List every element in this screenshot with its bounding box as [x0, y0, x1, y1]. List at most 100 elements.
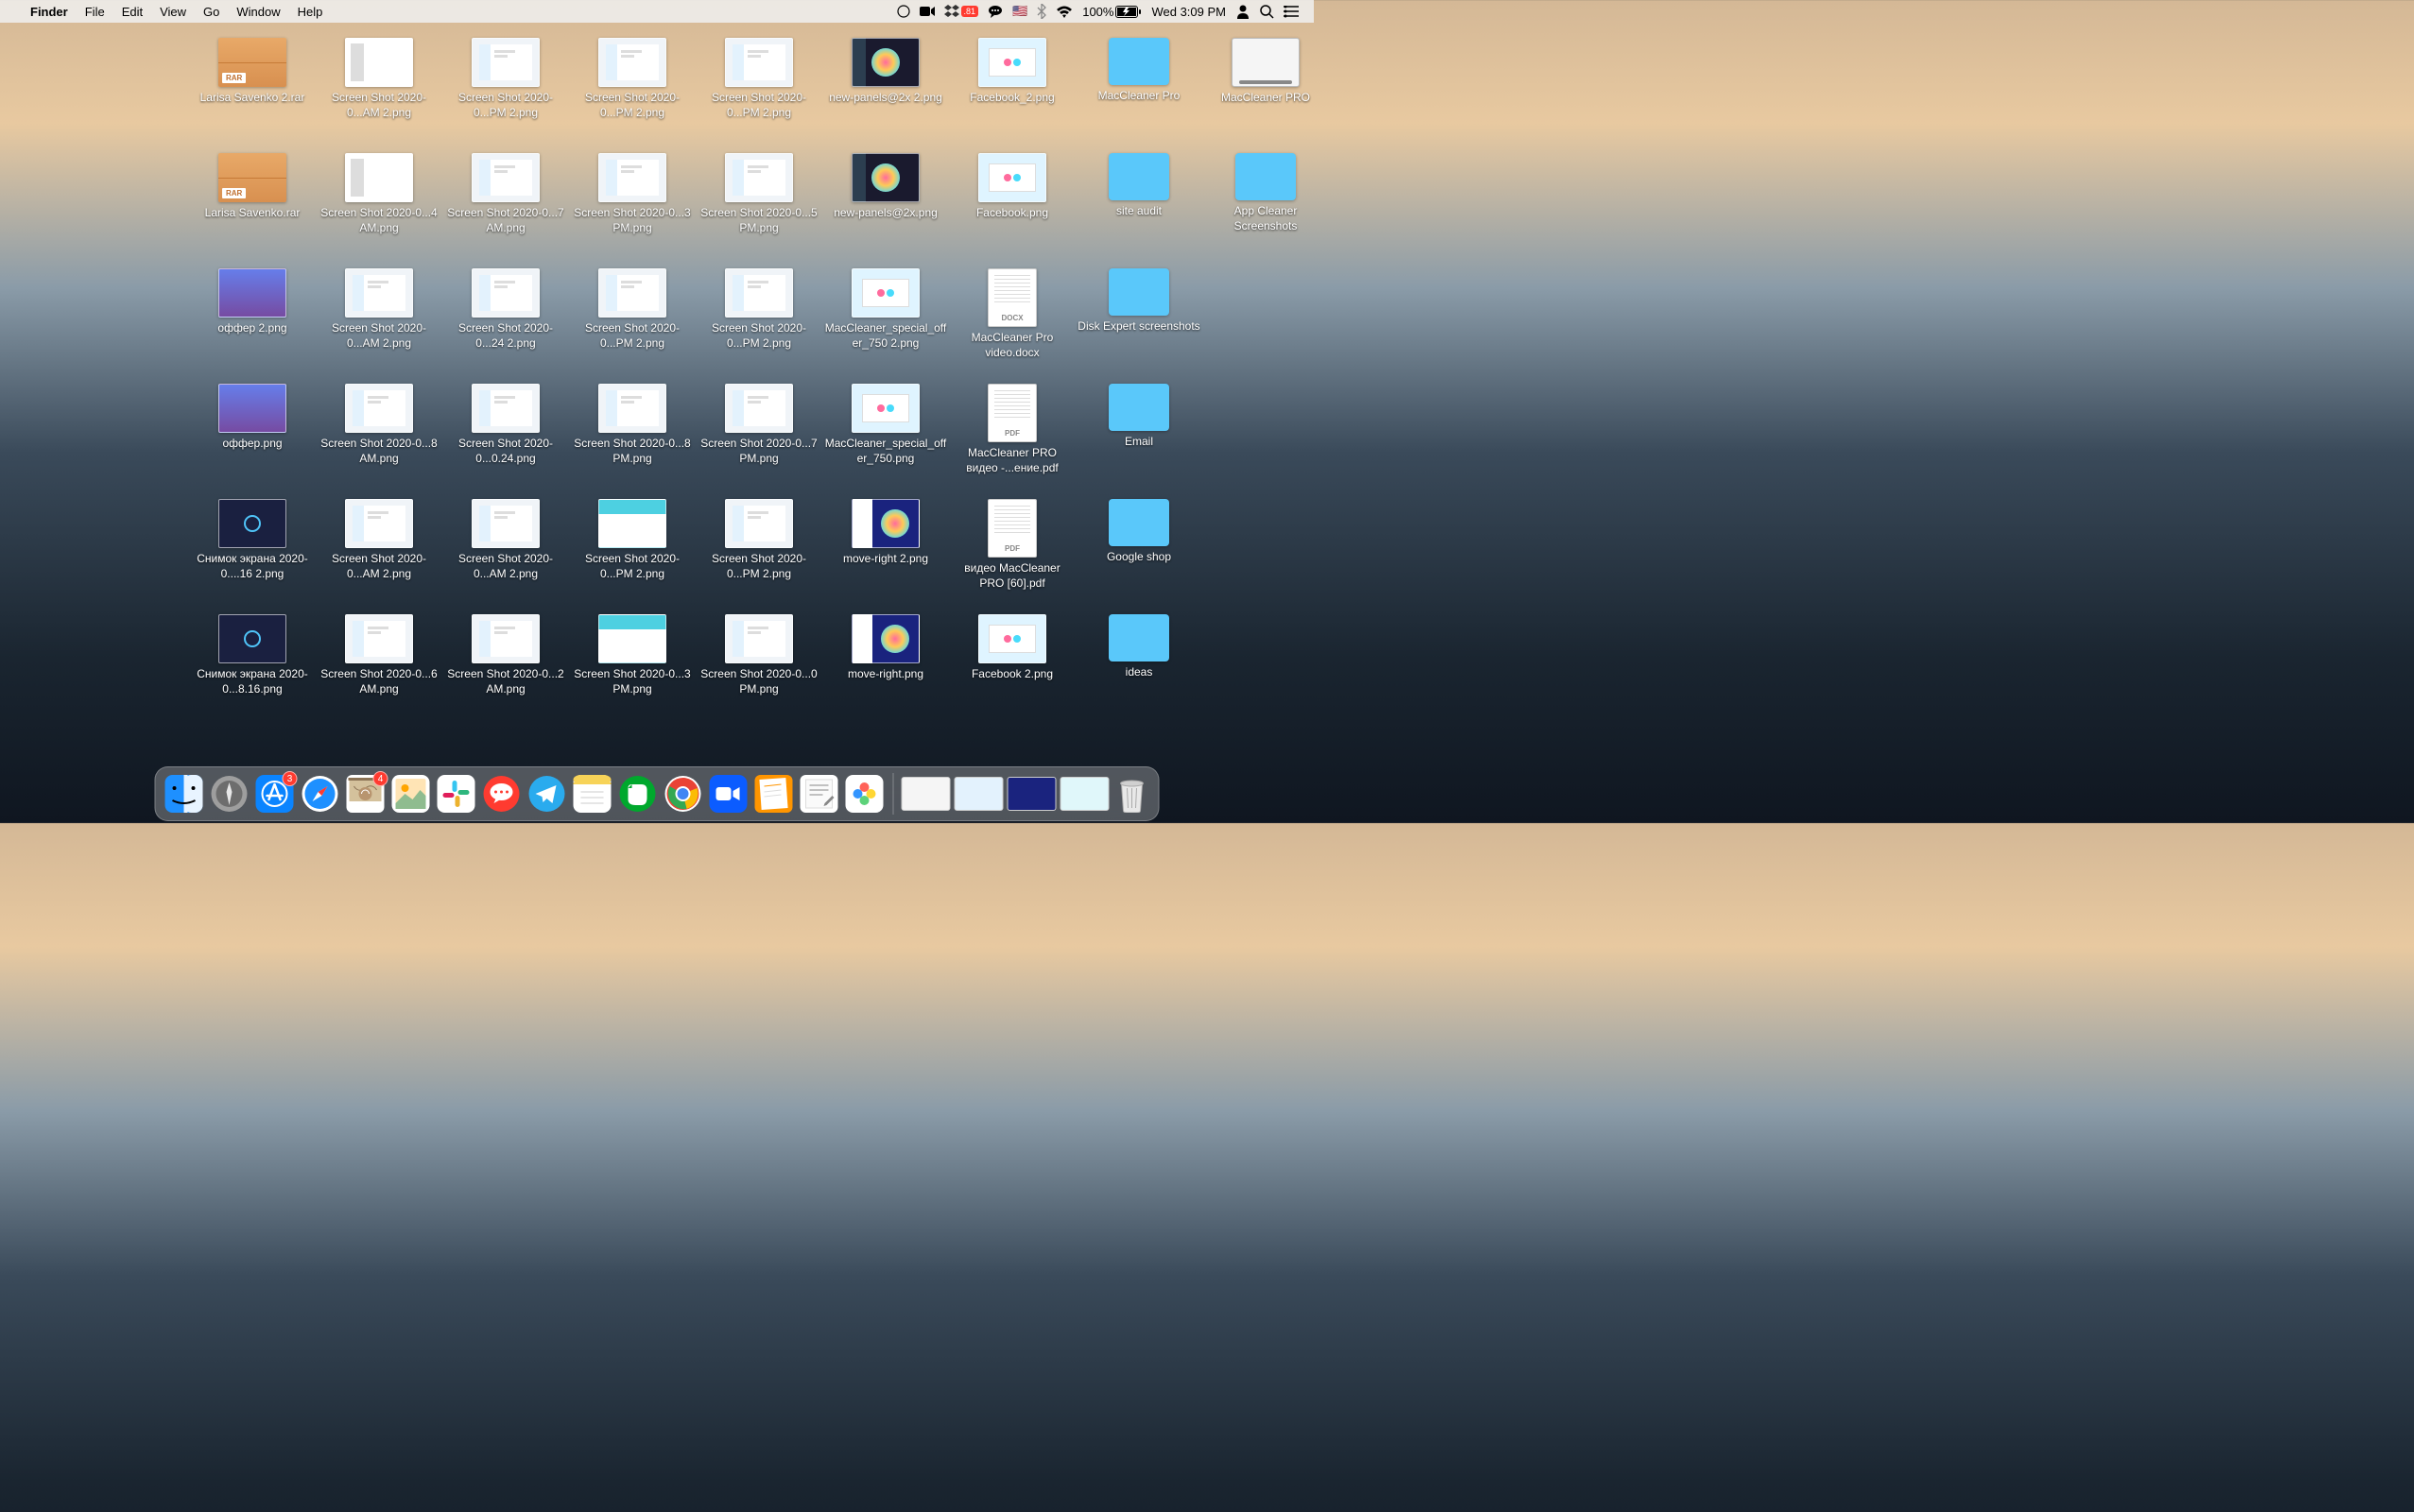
menu-window[interactable]: Window: [236, 5, 280, 19]
desktop-icon[interactable]: DOCXMacCleaner Pro video.docx: [949, 263, 1076, 378]
dock-evernote[interactable]: [617, 773, 659, 815]
desktop-icon[interactable]: MacCleaner Pro: [1076, 32, 1202, 147]
dock-minimized-window[interactable]: [1008, 777, 1057, 811]
desktop-icon[interactable]: Facebook.png: [949, 147, 1076, 263]
desktop-icon[interactable]: Screen Shot 2020-0...PM 2.png: [569, 263, 696, 378]
desktop-icon[interactable]: Screen Shot 2020-0...3 PM.png: [569, 609, 696, 724]
desktop-icon[interactable]: Screen Shot 2020-0...PM 2.png: [569, 493, 696, 609]
icon-label: MacCleaner PRO видео -...ение.pdf: [951, 446, 1074, 475]
dock-minimized-window[interactable]: [955, 777, 1004, 811]
desktop-icon[interactable]: Screen Shot 2020-0...24 2.png: [442, 263, 569, 378]
icon-label: Facebook_2.png: [970, 91, 1054, 106]
menu-go[interactable]: Go: [203, 5, 219, 19]
desktop-icon[interactable]: Screen Shot 2020-0...PM 2.png: [442, 32, 569, 147]
dock-chrome[interactable]: [663, 773, 704, 815]
desktop-icon[interactable]: move-right.png: [822, 609, 949, 724]
menu-help[interactable]: Help: [298, 5, 323, 19]
icon-label: Screen Shot 2020-0...PM 2.png: [571, 321, 694, 351]
desktop-icon[interactable]: Screen Shot 2020-0...PM 2.png: [569, 32, 696, 147]
desktop-icon[interactable]: MacCleaner_special_offer_750 2.png: [822, 263, 949, 378]
desktop-icon[interactable]: Screen Shot 2020-0...AM 2.png: [442, 493, 569, 609]
desktop-icon[interactable]: оффер 2.png: [189, 263, 316, 378]
desktop-icon[interactable]: Screen Shot 2020-0...PM 2.png: [696, 263, 822, 378]
desktop-icon[interactable]: Screen Shot 2020-0...7 AM.png: [442, 147, 569, 263]
desktop-icon[interactable]: Screen Shot 2020-0...AM 2.png: [316, 493, 442, 609]
desktop-icon[interactable]: Screen Shot 2020-0...0 PM.png: [696, 609, 822, 724]
spotlight-icon[interactable]: [1260, 5, 1274, 19]
desktop-icon[interactable]: Screen Shot 2020-0...8 AM.png: [316, 378, 442, 493]
dock-app-store[interactable]: 3: [254, 773, 296, 815]
desktop-icon[interactable]: App Cleaner Screenshots: [1202, 147, 1329, 263]
desktop-icon[interactable]: RARLarisa Savenko 2.rar: [189, 32, 316, 147]
wifi-icon[interactable]: [1056, 6, 1073, 18]
desktop-icon[interactable]: Facebook 2.png: [949, 609, 1076, 724]
trash-icon[interactable]: [1113, 773, 1151, 815]
icon-label: Screen Shot 2020-0...4 AM.png: [318, 206, 440, 235]
desktop-icon[interactable]: Screen Shot 2020-0...0.24.png: [442, 378, 569, 493]
desktop-icon[interactable]: Screen Shot 2020-0...AM 2.png: [316, 32, 442, 147]
desktop-icon[interactable]: Screen Shot 2020-0...3 PM.png: [569, 147, 696, 263]
app-menu[interactable]: Finder: [30, 5, 68, 19]
desktop-icon[interactable]: MacCleaner_special_offer_750.png: [822, 378, 949, 493]
desktop-icon[interactable]: Screen Shot 2020-0...4 AM.png: [316, 147, 442, 263]
dock-launchpad[interactable]: [209, 773, 250, 815]
dock-pages[interactable]: [753, 773, 795, 815]
desktop-icon[interactable]: ideas: [1076, 609, 1202, 724]
desktop-icon[interactable]: Screen Shot 2020-0...2 AM.png: [442, 609, 569, 724]
desktop[interactable]: RARLarisa Savenko 2.rarScreen Shot 2020-…: [0, 23, 1314, 766]
desktop-icon[interactable]: PDFMacCleaner PRO видео -...ение.pdf: [949, 378, 1076, 493]
desktop-icon[interactable]: Screen Shot 2020-0...PM 2.png: [696, 493, 822, 609]
dock-safari[interactable]: [300, 773, 341, 815]
desktop-icon[interactable]: site audit: [1076, 147, 1202, 263]
bluetooth-icon[interactable]: [1037, 4, 1046, 19]
battery-status[interactable]: 100%: [1082, 5, 1142, 19]
desktop-icon[interactable]: new-panels@2x 2.png: [822, 32, 949, 147]
dock-notes[interactable]: [572, 773, 613, 815]
dock-telegram[interactable]: [526, 773, 568, 815]
desktop-icon[interactable]: Снимок экрана 2020-0...8.16.png: [189, 609, 316, 724]
clock[interactable]: Wed 3:09 PM: [1151, 5, 1226, 19]
menu-file[interactable]: File: [85, 5, 105, 19]
desktop-icon[interactable]: Screen Shot 2020-0...PM 2.png: [696, 32, 822, 147]
desktop-icon[interactable]: Email: [1076, 378, 1202, 493]
desktop-icon[interactable]: Снимок экрана 2020-0....16 2.png: [189, 493, 316, 609]
dock-imessage[interactable]: [481, 773, 523, 815]
dock-minimized-window[interactable]: [1060, 777, 1110, 811]
desktop-icon[interactable]: оффер.png: [189, 378, 316, 493]
desktop-icon[interactable]: RARLarisa Savenko.rar: [189, 147, 316, 263]
desktop-icon[interactable]: Screen Shot 2020-0...5 PM.png: [696, 147, 822, 263]
chat-icon[interactable]: [988, 5, 1003, 18]
desktop-icon[interactable]: Screen Shot 2020-0...6 AM.png: [316, 609, 442, 724]
record-icon[interactable]: [897, 5, 910, 18]
icon-label: move-right.png: [848, 667, 923, 682]
menu-edit[interactable]: Edit: [122, 5, 143, 19]
dock-photos-app[interactable]: [844, 773, 886, 815]
notification-center-icon[interactable]: [1284, 6, 1299, 18]
facetime-icon[interactable]: [920, 6, 935, 17]
dock-zoom[interactable]: [708, 773, 750, 815]
desktop-icon[interactable]: PDFвидео MacCleaner PRO [60].pdf: [949, 493, 1076, 609]
desktop-icon[interactable]: Disk Expert screenshots: [1076, 263, 1202, 378]
desktop-icon[interactable]: new-panels@2x.png: [822, 147, 949, 263]
ss-light-icon: [725, 38, 793, 87]
dropbox-icon[interactable]: .81: [944, 5, 979, 18]
desktop-icon[interactable]: Google shop: [1076, 493, 1202, 609]
dock-mail[interactable]: 4: [345, 773, 387, 815]
user-icon[interactable]: [1235, 4, 1250, 19]
desktop-icon[interactable]: Screen Shot 2020-0...8 PM.png: [569, 378, 696, 493]
desktop-icon[interactable]: Screen Shot 2020-0...7 PM.png: [696, 378, 822, 493]
dock-minimized-window[interactable]: [902, 777, 951, 811]
flag-icon[interactable]: 🇺🇸: [1012, 4, 1027, 19]
dock-slack[interactable]: [436, 773, 477, 815]
desktop-icon[interactable]: MacCleaner PRO: [1202, 32, 1329, 147]
desktop-icon[interactable]: Facebook_2.png: [949, 32, 1076, 147]
hdd-icon: [1232, 38, 1300, 87]
battery-percent: 100%: [1082, 5, 1113, 19]
desktop-icon[interactable]: move-right 2.png: [822, 493, 949, 609]
dock-textedit[interactable]: [799, 773, 840, 815]
desktop-icon[interactable]: Screen Shot 2020-0...AM 2.png: [316, 263, 442, 378]
dock-photos[interactable]: [390, 773, 432, 815]
ss-light-icon: [345, 268, 413, 318]
menu-view[interactable]: View: [160, 5, 186, 19]
dock-finder[interactable]: [164, 773, 205, 815]
